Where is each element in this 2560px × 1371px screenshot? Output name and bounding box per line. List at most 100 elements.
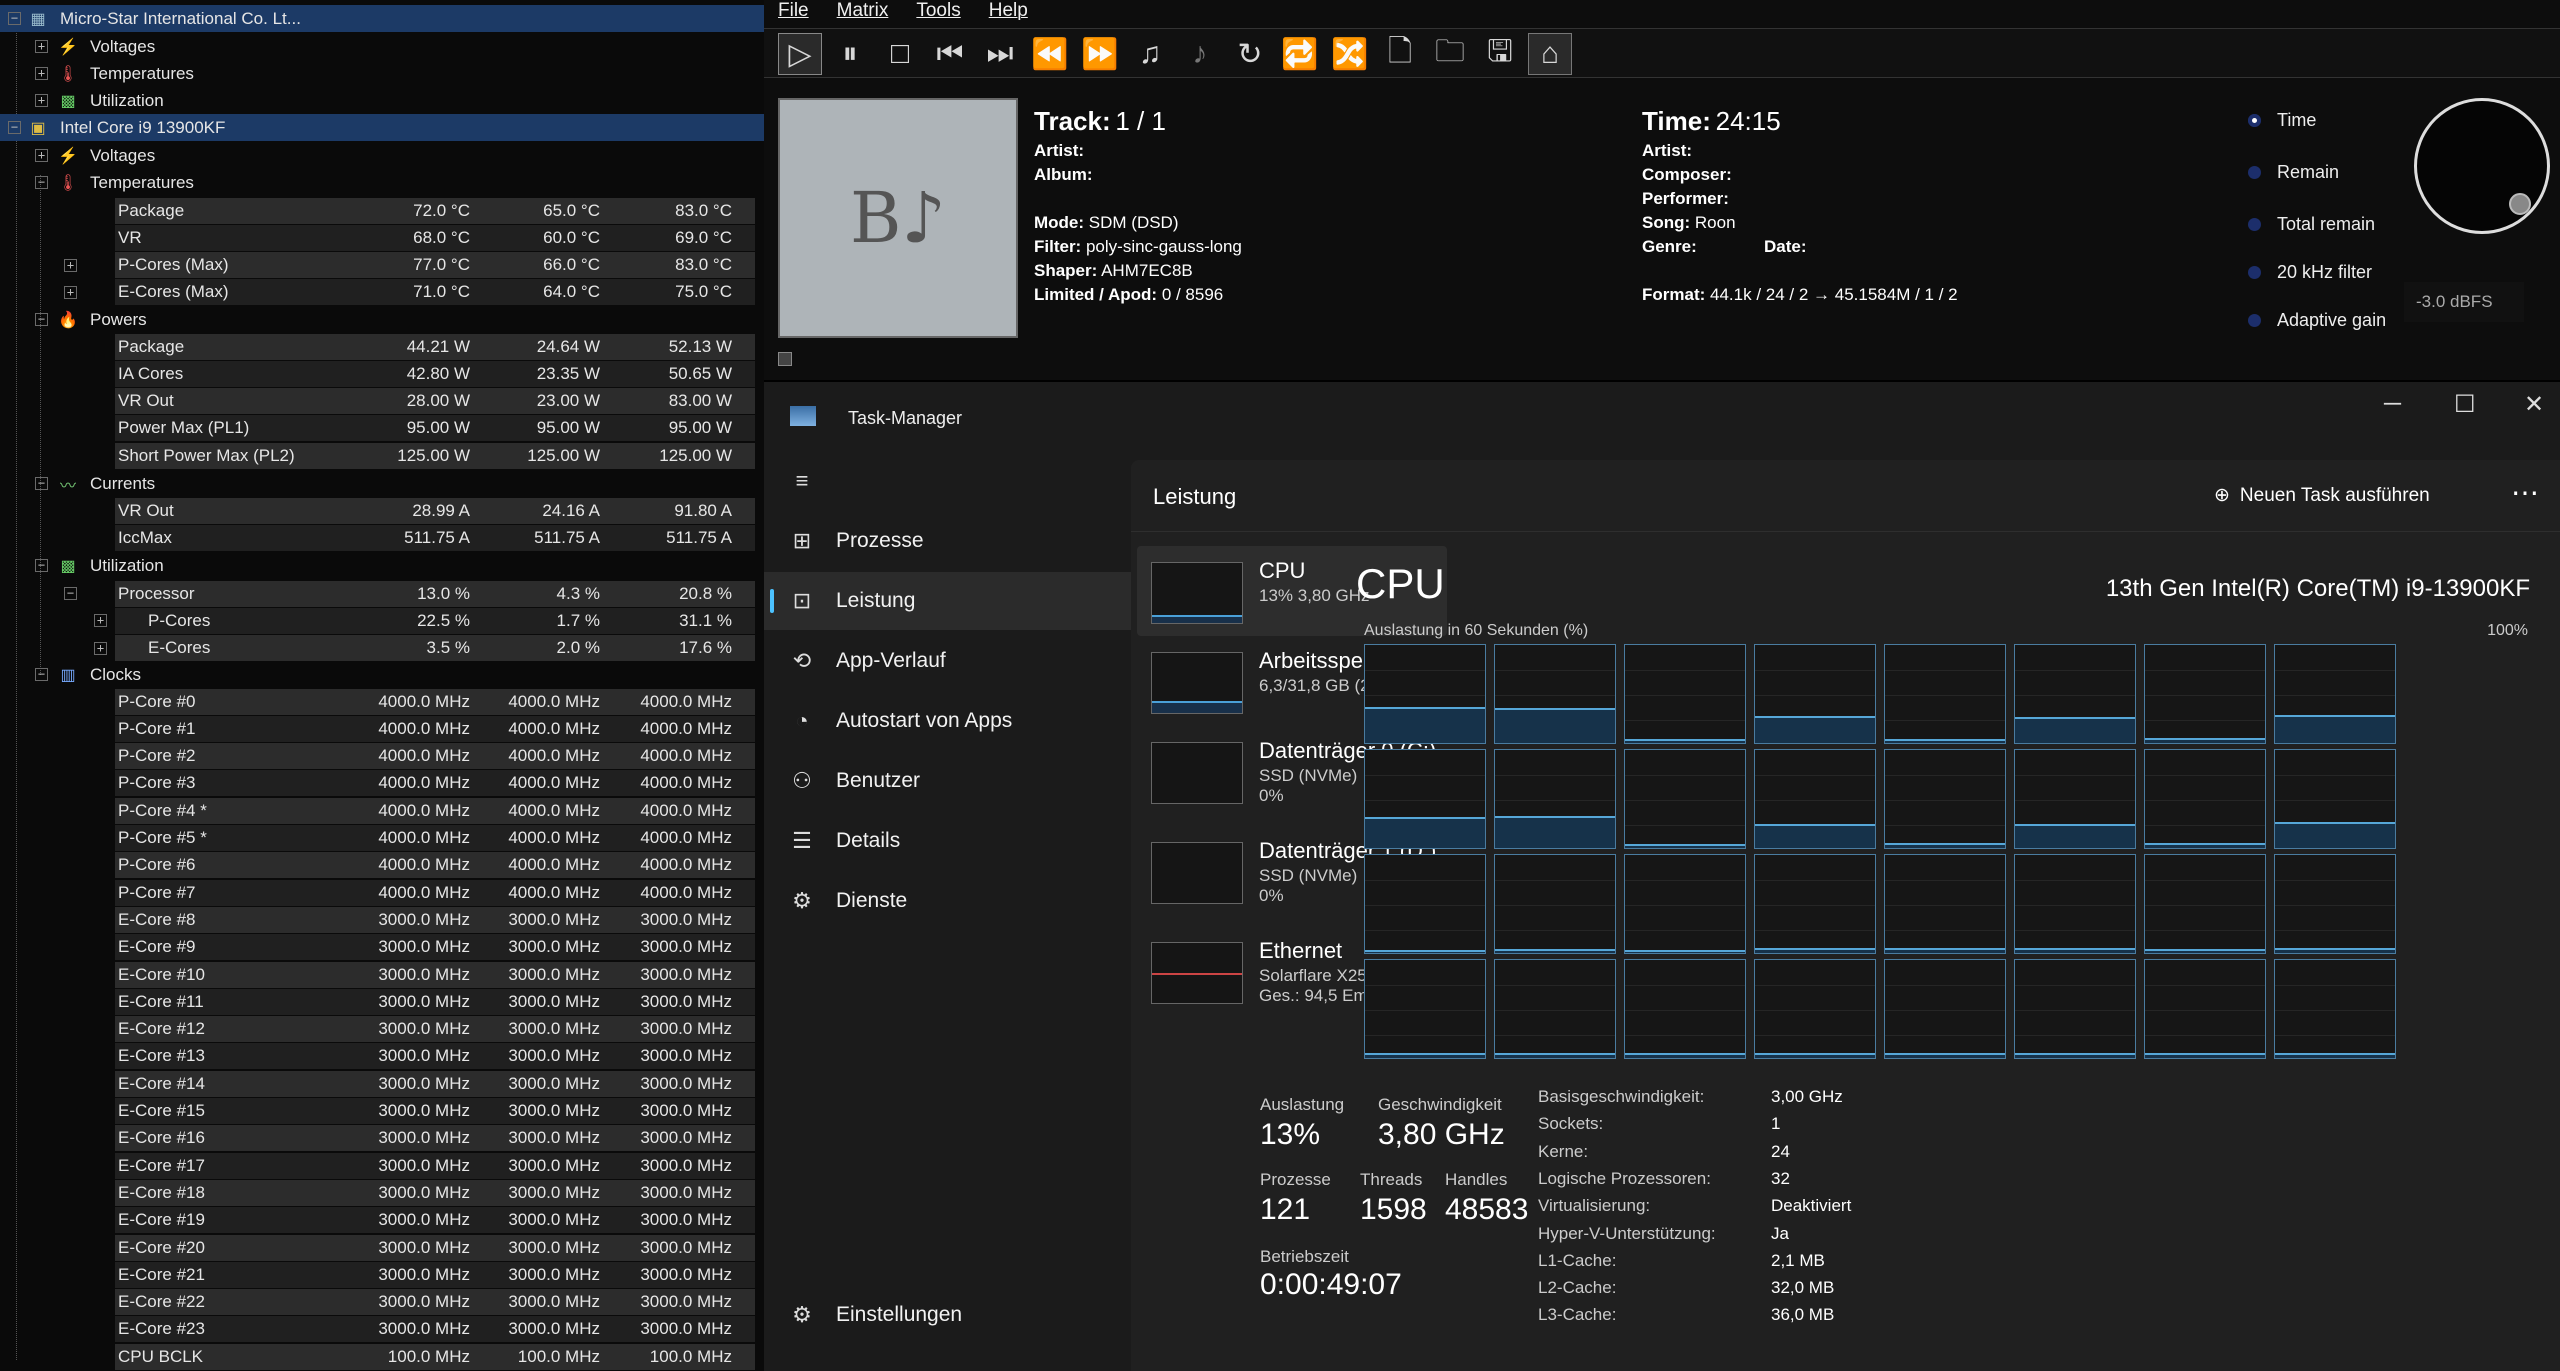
previous-track-icon[interactable]: ⏮ [928,33,972,75]
sensor-row[interactable]: E-Core #19 3000.0 MHz 3000.0 MHz 3000.0 MHz [0,1207,764,1234]
radio-dot[interactable] [2248,114,2261,127]
radio-remain[interactable]: Remain [2248,162,2339,183]
seek-thumb[interactable] [778,352,792,366]
sensor-row[interactable]: + P-Cores (Max) 77.0 °C 66.0 °C 83.0 °C [0,252,764,279]
sensor-row[interactable]: E-Core #10 3000.0 MHz 3000.0 MHz 3000.0 MHz [0,961,764,988]
collapse-icon[interactable]: − [8,12,21,25]
sensor-row[interactable]: IA Cores 42.80 W 23.35 W 50.65 W [0,360,764,387]
nav-item-autostart[interactable]: ◔ Autostart von Apps [764,692,1131,750]
sensor-row[interactable]: E-Core #18 3000.0 MHz 3000.0 MHz 3000.0 MHz [0,1179,764,1206]
group-currents[interactable]: − 〰 Currents [0,470,764,497]
expand-icon[interactable]: + [94,641,107,655]
sensor-row[interactable]: Power Max (PL1) 95.00 W 95.00 W 95.00 W [0,415,764,442]
nav-item-leistung[interactable]: ⊡ Leistung [764,572,1131,630]
menu-tools[interactable]: Tools [916,0,960,22]
collapse-icon[interactable]: − [35,559,48,572]
sensor-row[interactable]: + E-Cores 3.5 % 2.0 % 17.6 % [0,635,764,662]
tree-root-cpu[interactable]: − ▣ Intel Core i9 13900KF [0,114,764,141]
radio-total-remain[interactable]: Total remain [2248,214,2375,235]
expand-icon[interactable]: + [94,614,107,628]
gain-spinbox[interactable]: -3.0 dBFS [2404,282,2524,322]
radio-dot[interactable] [2248,218,2261,231]
nav-item-einstellungen[interactable]: ⚙ Einstellungen [764,1286,1131,1344]
checkbox-dot[interactable] [2248,266,2261,279]
collapse-icon[interactable]: − [8,121,21,134]
sensor-row[interactable]: E-Core #17 3000.0 MHz 3000.0 MHz 3000.0 MHz [0,1152,764,1179]
sensor-row[interactable]: + E-Cores (Max) 71.0 °C 64.0 °C 75.0 °C [0,279,764,306]
menu-file[interactable]: File [778,0,809,22]
expand-icon[interactable]: + [35,149,48,162]
network-renderer-icon[interactable]: ⌂ [1528,33,1572,75]
collapse-icon[interactable]: − [35,313,48,326]
play-icon[interactable]: ▷ [778,33,822,75]
shuffle-icon[interactable]: 🔀 [1328,33,1372,75]
sensor-row[interactable]: E-Core #11 3000.0 MHz 3000.0 MHz 3000.0 MHz [0,988,764,1015]
seek-bar[interactable] [778,352,2548,366]
music-note-icon[interactable]: ♫ [1128,33,1172,75]
next-track-icon[interactable]: ⏭ [978,33,1022,75]
checkbox-dot[interactable] [2248,314,2261,327]
collapse-icon[interactable]: − [35,176,48,189]
sensor-row[interactable]: VR Out 28.00 W 23.00 W 83.00 W [0,388,764,415]
expand-icon[interactable]: + [64,285,77,299]
new-playlist-icon[interactable]: 🗋 [1378,33,1422,75]
repeat-icon[interactable]: 🔁 [1278,33,1322,75]
sensor-row[interactable]: Short Power Max (PL2) 125.00 W 125.00 W 125… [0,442,764,469]
sensor-row[interactable]: + P-Cores 22.5 % 1.7 % 31.1 % [0,607,764,634]
open-playlist-icon[interactable]: 🗀 [1428,33,1472,75]
sensor-row[interactable]: P-Core #0 4000.0 MHz 4000.0 MHz 4000.0 MHz [0,688,764,715]
sensor-row[interactable]: E-Core #23 3000.0 MHz 3000.0 MHz 3000.0 MHz [0,1316,764,1343]
sensor-row[interactable]: CPU BCLK 100.0 MHz 100.0 MHz 100.0 MHz [0,1343,764,1370]
group-powers[interactable]: − 🔥 Powers [0,306,764,333]
menu-matrix[interactable]: Matrix [837,0,889,22]
expand-icon[interactable]: + [35,94,48,107]
sensor-row[interactable]: E-Core #22 3000.0 MHz 3000.0 MHz 3000.0 MHz [0,1289,764,1316]
sensor-row[interactable]: Package 72.0 °C 65.0 °C 83.0 °C [0,197,764,224]
sensor-row[interactable]: E-Core #12 3000.0 MHz 3000.0 MHz 3000.0 MHz [0,1016,764,1043]
hamburger-menu-button[interactable]: ≡ [764,452,1131,510]
sensor-row[interactable]: P-Core #2 4000.0 MHz 4000.0 MHz 4000.0 MHz [0,743,764,770]
fast-forward-icon[interactable]: ⏩ [1078,33,1122,75]
nav-item-details[interactable]: ☰ Details [764,812,1131,870]
group-temperatures[interactable]: + 🌡 Temperatures [0,60,764,87]
checkbox-20khz-filter[interactable]: 20 kHz filter [2248,262,2372,283]
nav-item-benutzer[interactable]: ⚇ Benutzer [764,752,1131,810]
sensor-row[interactable]: E-Core #16 3000.0 MHz 3000.0 MHz 3000.0 MHz [0,1125,764,1152]
group-utilization[interactable]: + ▩ Utilization [0,87,764,114]
collapse-icon[interactable]: − [35,668,48,681]
collapse-icon[interactable]: − [64,587,77,600]
sensor-row[interactable]: E-Core #13 3000.0 MHz 3000.0 MHz 3000.0 MHz [0,1043,764,1070]
collapse-icon[interactable]: − [35,477,48,490]
tree-root-mainboard[interactable]: − ▦ Micro-Star International Co. Lt... [0,5,764,32]
sensor-row[interactable]: P-Core #3 4000.0 MHz 4000.0 MHz 4000.0 MHz [0,770,764,797]
expand-icon[interactable]: + [35,40,48,53]
stop-icon[interactable]: □ [878,33,922,75]
save-playlist-icon[interactable]: 🖫 [1478,33,1522,75]
nav-item-app-verlauf[interactable]: ⟲ App-Verlauf [764,632,1131,690]
sensor-row[interactable]: E-Core #9 3000.0 MHz 3000.0 MHz 3000.0 MHz [0,934,764,961]
group-temperatures[interactable]: − 🌡 Temperatures [0,169,764,196]
more-options-icon[interactable]: ⋯ [2511,476,2539,509]
sensor-row[interactable]: VR 68.0 °C 60.0 °C 69.0 °C [0,224,764,251]
group-voltages[interactable]: + ⚡ Voltages [0,142,764,169]
checkbox-adaptive-gain[interactable]: Adaptive gain [2248,310,2386,331]
expand-icon[interactable]: + [64,258,77,272]
sensor-row[interactable]: P-Core #5 * 4000.0 MHz 4000.0 MHz 4000.0 MH… [0,825,764,852]
pause-icon[interactable]: ⏸ [828,33,872,75]
nav-item-prozesse[interactable]: ⊞ Prozesse [764,512,1131,570]
sensor-row[interactable]: E-Core #21 3000.0 MHz 3000.0 MHz 3000.0 MHz [0,1261,764,1288]
sensor-row[interactable]: E-Core #15 3000.0 MHz 3000.0 MHz 3000.0 MHz [0,1098,764,1125]
radio-time[interactable]: Time [2248,110,2316,131]
sensor-row[interactable]: E-Core #8 3000.0 MHz 3000.0 MHz 3000.0 MHz [0,906,764,933]
sensor-row[interactable]: − Processor 13.0 % 4.3 % 20.8 % [0,580,764,607]
note-off-icon[interactable]: ♪ [1178,33,1222,75]
nav-item-dienste[interactable]: ⚙ Dienste [764,872,1131,930]
maximize-icon[interactable]: ☐ [2454,390,2476,419]
group-voltages[interactable]: + ⚡ Voltages [0,33,764,60]
menu-help[interactable]: Help [989,0,1028,22]
sensor-row[interactable]: P-Core #4 * 4000.0 MHz 4000.0 MHz 4000.0 MH… [0,797,764,824]
expand-icon[interactable]: + [35,67,48,80]
sensor-row[interactable]: E-Core #14 3000.0 MHz 3000.0 MHz 3000.0 MHz [0,1070,764,1097]
minimize-icon[interactable]: ─ [2384,390,2401,418]
close-icon[interactable]: ✕ [2524,390,2544,419]
